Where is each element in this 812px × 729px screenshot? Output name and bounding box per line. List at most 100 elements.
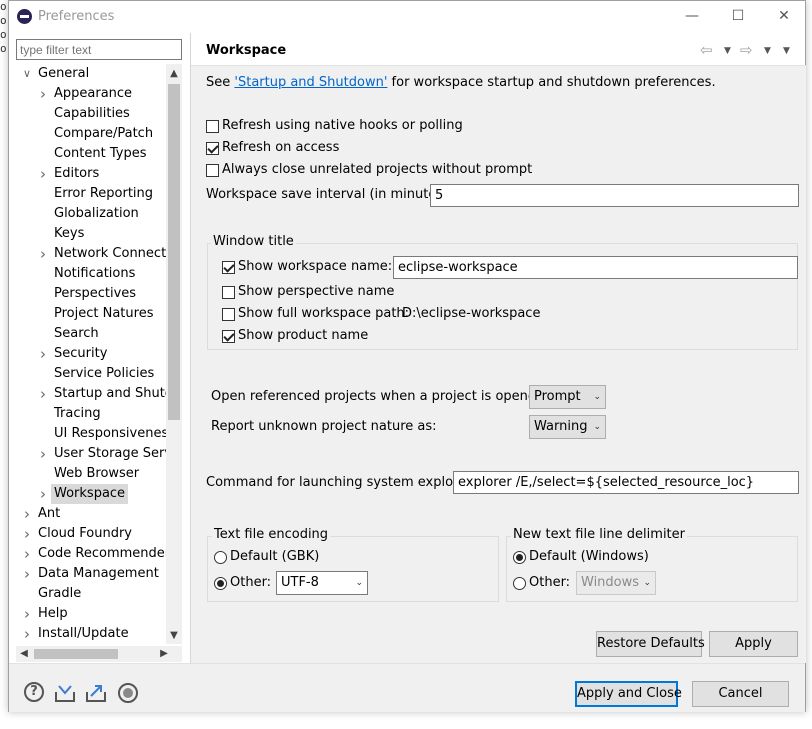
tree-item-label: Help	[38, 606, 68, 621]
show-full-path-label: Show full workspace path:	[238, 306, 410, 321]
text-encoding-group-label: Text file encoding	[212, 527, 331, 542]
command-explorer-field[interactable]: explorer /E,/select=${selected_resource_…	[453, 471, 799, 494]
tree-item-label: Network Connectio	[54, 246, 178, 261]
cancel-button[interactable]: Cancel	[692, 681, 789, 707]
see-prefix: See	[206, 75, 235, 90]
chevron-right-icon[interactable]: ›	[37, 84, 49, 104]
chevron-right-icon[interactable]: ›	[37, 244, 49, 264]
chevron-down-icon[interactable]: ∨	[21, 64, 33, 84]
startup-shutdown-link[interactable]: 'Startup and Shutdown'	[234, 75, 387, 90]
view-menu-icon[interactable]: ▼	[783, 46, 790, 56]
show-perspective-name-checkbox[interactable]	[222, 286, 235, 299]
chevron-right-icon[interactable]: ›	[21, 564, 33, 584]
command-explorer-label: Command for launching system explorer:	[206, 475, 476, 490]
chevron-right-icon[interactable]: ›	[21, 504, 33, 524]
apply-and-close-button[interactable]: Apply and Close	[575, 681, 682, 707]
save-interval-field[interactable]: 5	[430, 184, 799, 207]
see-suffix: for workspace startup and shutdown prefe…	[387, 75, 716, 90]
scroll-thumb[interactable]	[168, 84, 180, 420]
chevron-right-icon[interactable]: ›	[37, 384, 49, 404]
tree-item-label: Cloud Foundry	[38, 526, 133, 541]
chevron-right-icon[interactable]: ›	[21, 524, 33, 544]
tree-item-label: UI Responsiveness	[54, 426, 176, 441]
delimiter-value: Windows	[581, 575, 640, 590]
chevron-right-icon[interactable]: ›	[37, 344, 49, 364]
chevron-down-icon: ⌄	[593, 392, 601, 402]
forward-icon[interactable]: ⇨	[740, 41, 753, 59]
tree-vertical-scrollbar[interactable]: ▲ ▼	[166, 64, 182, 644]
tree-item-label: Perspectives	[54, 286, 137, 301]
always-close-checkbox[interactable]	[206, 164, 219, 177]
import-icon[interactable]	[54, 682, 76, 704]
encoding-other-radio[interactable]	[214, 577, 227, 590]
close-button[interactable]: ✕	[761, 5, 807, 29]
tree-item-label: Appearance	[54, 86, 133, 101]
show-product-name-label: Show product name	[238, 328, 369, 343]
tree-item-label: Keys	[54, 226, 85, 241]
delimiter-default-radio[interactable]	[513, 551, 526, 564]
show-workspace-name-label: Show workspace name:	[238, 259, 393, 274]
tree-item-label: User Storage Servic	[54, 446, 182, 461]
back-dropdown-icon[interactable]: ▼	[724, 46, 731, 56]
show-perspective-name-label: Show perspective name	[238, 284, 395, 299]
refresh-access-checkbox[interactable]	[206, 142, 219, 155]
tree-item-label: Notifications	[54, 266, 136, 281]
forward-dropdown-icon[interactable]: ▼	[764, 46, 771, 56]
tree-item-label: Web Browser	[54, 466, 140, 481]
chevron-right-icon[interactable]: ›	[21, 544, 33, 564]
eclipse-icon	[17, 9, 32, 24]
maximize-button[interactable]: ☐	[715, 5, 761, 29]
encoding-default-radio[interactable]	[214, 551, 227, 564]
tree-item-label: Ant	[38, 506, 61, 521]
tree-item-label: Globalization	[54, 206, 139, 221]
tree-horizontal-scrollbar[interactable]: ◀ ▶	[16, 646, 182, 662]
show-workspace-name-checkbox[interactable]	[222, 261, 235, 274]
chevron-right-icon[interactable]: ›	[37, 164, 49, 184]
window-title: Preferences	[38, 9, 115, 24]
hscroll-thumb[interactable]	[34, 649, 118, 659]
page-title: Workspace	[206, 43, 287, 58]
oomph-icon[interactable]	[117, 682, 139, 704]
chevron-right-icon[interactable]: ›	[21, 624, 33, 644]
back-icon[interactable]: ⇦	[700, 41, 713, 59]
tree-item-label: Security	[54, 346, 108, 361]
tree-item-label: Search	[54, 326, 99, 341]
title-bar: Preferences — ☐ ✕	[9, 1, 805, 32]
encoding-default-label: Default (GBK)	[230, 549, 320, 564]
scroll-up-icon[interactable]: ▲	[166, 66, 182, 82]
apply-button[interactable]: Apply	[709, 631, 798, 657]
restore-defaults-button[interactable]: Restore Defaults	[596, 631, 705, 657]
preference-tree: ∨ General › Appearance Capabilities Compare/P…	[16, 64, 182, 647]
tree-item-label: General	[38, 66, 90, 81]
report-unknown-select[interactable]: Warning ⌄	[529, 415, 606, 439]
tree-item-label: Editors	[54, 166, 100, 181]
tree-item-label: Compare/Patch	[54, 126, 154, 141]
scroll-left-icon[interactable]: ◀	[16, 646, 32, 662]
open-referenced-select[interactable]: Prompt ⌄	[529, 385, 606, 409]
delimiter-other-radio[interactable]	[513, 577, 526, 590]
chevron-right-icon[interactable]: ›	[37, 484, 49, 504]
tree-item-label: Code Recommenders	[38, 546, 177, 561]
chevron-right-icon[interactable]: ›	[21, 604, 33, 624]
tree-item-label: Install/Update	[38, 626, 129, 641]
help-icon[interactable]: ?	[24, 682, 44, 702]
scroll-right-icon[interactable]: ▶	[156, 646, 172, 662]
line-delimiter-group-label: New text file line delimiter	[511, 527, 687, 542]
see-text: See 'Startup and Shutdown' for workspace…	[206, 75, 716, 90]
show-full-path-checkbox[interactable]	[222, 308, 235, 321]
open-referenced-value: Prompt	[534, 389, 581, 404]
save-interval-label: Workspace save interval (in minutes):	[206, 187, 453, 202]
show-product-name-checkbox[interactable]	[222, 330, 235, 343]
chevron-right-icon[interactable]: ›	[37, 444, 49, 464]
workspace-name-field[interactable]: eclipse-workspace	[393, 256, 798, 279]
full-path-value: D:\eclipse-workspace	[402, 306, 541, 321]
tree-item-label: Startup and Shutdo	[54, 386, 182, 401]
export-icon[interactable]	[85, 682, 107, 704]
scroll-down-icon[interactable]: ▼	[166, 628, 182, 644]
dialog-button-bar: ? Apply and Close Cancel	[9, 663, 805, 712]
filter-input[interactable]	[16, 39, 182, 60]
encoding-select[interactable]: UTF-8 ⌄	[276, 571, 368, 595]
minimize-button[interactable]: —	[669, 5, 715, 29]
tree-item-label: Capabilities	[54, 106, 130, 121]
refresh-native-checkbox[interactable]	[206, 120, 219, 133]
